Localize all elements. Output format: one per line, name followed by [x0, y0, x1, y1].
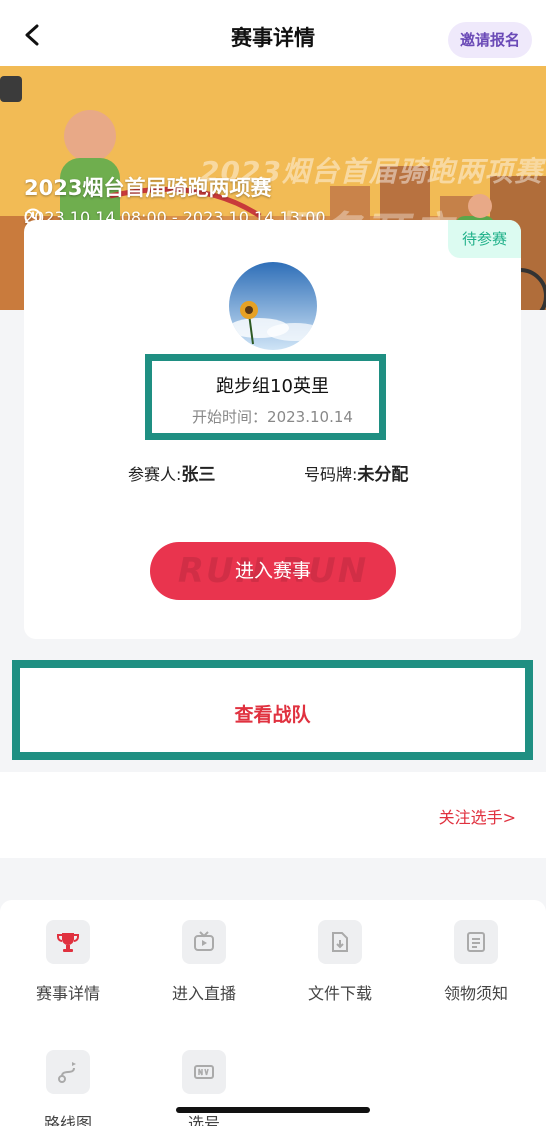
race-start-time: 开始时间：2023.10.14 — [192, 408, 353, 426]
tool-pickup-notice[interactable]: 领物须知 — [408, 920, 544, 1004]
tool-label: 领物须知 — [443, 984, 508, 1003]
live-tv-icon — [182, 920, 226, 964]
trophy-icon — [46, 920, 90, 964]
home-indicator[interactable] — [176, 1107, 370, 1113]
tool-live-stream[interactable]: 进入直播 — [136, 920, 272, 1004]
status-badge: 待参赛 — [447, 220, 521, 258]
participant-info: 参赛人:张三 — [128, 460, 215, 485]
tool-label: 文件下载 — [307, 984, 372, 1003]
number-icon — [182, 1050, 226, 1094]
enter-event-label: 进入赛事 — [234, 560, 311, 582]
bib-value: 未分配 — [357, 465, 409, 485]
route-icon — [46, 1050, 90, 1094]
event-title: 2023烟台首届骑跑两项赛 — [24, 176, 272, 200]
view-team-button[interactable]: 查看战队 — [12, 660, 533, 760]
enter-event-button[interactable]: RUN RUN 进入赛事 — [150, 542, 396, 600]
avatar — [229, 262, 317, 350]
registration-card: 待参赛 跑步组10英里 开始时间：2023.10.14 参赛人:张三 号码牌:未… — [24, 220, 521, 639]
invite-signup-button[interactable]: 邀请报名 — [447, 22, 532, 58]
participant-label: 参赛人: — [128, 465, 182, 484]
bib-label: 号码牌: — [304, 465, 358, 484]
view-team-label: 查看战队 — [234, 704, 311, 726]
notice-icon — [454, 920, 498, 964]
participant-name: 张三 — [181, 465, 216, 485]
tools-grid: 赛事详情 进入直播 文件下载 领物须知 路线图 选号 — [0, 900, 546, 1126]
follow-athlete-link[interactable]: 关注选手> — [439, 804, 516, 828]
tool-file-download[interactable]: 文件下载 — [272, 920, 408, 1004]
tool-label: 赛事详情 — [35, 984, 100, 1003]
race-group-name: 跑步组10英里 — [216, 376, 329, 397]
bib-info: 号码牌:未分配 — [304, 460, 408, 485]
navigation-bar: 赛事详情 邀请报名 — [0, 0, 546, 66]
tool-route-map[interactable]: 路线图 — [0, 1050, 136, 1126]
tool-event-details[interactable]: 赛事详情 — [0, 920, 136, 1004]
tool-label: 进入直播 — [171, 984, 236, 1003]
file-download-icon — [318, 920, 362, 964]
tool-pick-number[interactable]: 选号 — [136, 1050, 272, 1126]
tool-label: 路线图 — [43, 1114, 92, 1126]
follow-section: 关注选手> — [0, 772, 546, 858]
